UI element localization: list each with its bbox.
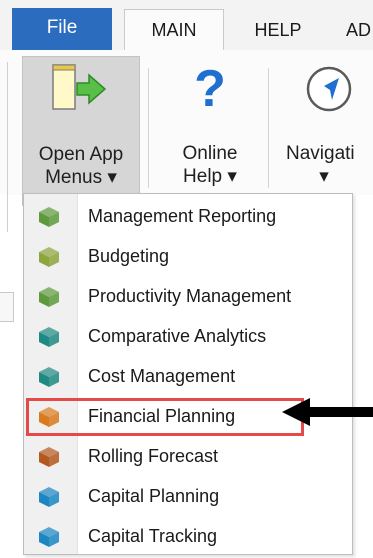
navigation-label-2: ▾ xyxy=(319,166,329,187)
menu-item-label: Productivity Management xyxy=(88,285,292,306)
question-icon: ? xyxy=(194,64,226,114)
cube-icon xyxy=(39,287,59,307)
ribbon-separator xyxy=(148,68,149,188)
tab-file[interactable]: File xyxy=(12,8,112,50)
app-menus-dropdown: Management Reporting Budgeting Productivit… xyxy=(23,193,353,555)
menu-item-label: Cost Management xyxy=(88,365,236,386)
svg-text:?: ? xyxy=(194,64,226,114)
tab-main[interactable]: MAIN xyxy=(124,9,224,50)
menu-item-productivity-management[interactable]: Productivity Management xyxy=(24,276,352,316)
cube-icon xyxy=(39,207,59,227)
menu-item-budgeting[interactable]: Budgeting xyxy=(24,236,352,276)
background-control xyxy=(0,292,14,322)
menu-item-label: Capital Planning xyxy=(88,485,220,506)
menu-item-capital-planning[interactable]: Capital Planning xyxy=(24,476,352,516)
ribbon-divider xyxy=(7,62,8,232)
tab-help[interactable]: HELP xyxy=(236,10,320,51)
cube-icon xyxy=(39,367,59,387)
menu-item-rolling-forecast[interactable]: Rolling Forecast xyxy=(24,436,352,476)
ribbon-tab-bar: File MAIN HELP AD xyxy=(0,0,373,51)
navigation-label-1: Navigati xyxy=(286,143,355,164)
online-help-button[interactable]: ? Online Help ▾ xyxy=(160,56,260,196)
menu-item-label: Comparative Analytics xyxy=(88,325,267,346)
financial-planning-highlight-box xyxy=(26,398,304,436)
online-help-label-2: Help ▾ xyxy=(183,166,237,187)
tab-ad[interactable]: AD xyxy=(334,10,373,51)
menu-item-label: Rolling Forecast xyxy=(88,445,219,466)
open-app-menus-icon xyxy=(52,64,107,110)
compass-icon xyxy=(306,66,352,112)
cube-icon xyxy=(39,487,59,507)
menu-item-management-reporting[interactable]: Management Reporting xyxy=(24,196,352,236)
open-app-menus-label-1: Open App xyxy=(38,144,124,165)
cube-icon xyxy=(39,447,59,467)
open-app-menus-label-2: Menus ▾ xyxy=(45,167,117,188)
cube-icon xyxy=(39,247,59,267)
cube-icon xyxy=(39,527,59,547)
menu-item-label: Capital Tracking xyxy=(88,525,218,546)
cube-icon xyxy=(39,327,59,347)
menu-item-comparative-analytics[interactable]: Comparative Analytics xyxy=(24,316,352,356)
ribbon-panel: Open App Menus ▾ ? Online Help ▾ Navigat… xyxy=(0,50,373,232)
menu-item-capital-tracking[interactable]: Capital Tracking xyxy=(24,516,352,556)
menu-item-label: Management Reporting xyxy=(88,205,277,226)
menu-item-cost-management[interactable]: Cost Management xyxy=(24,356,352,396)
pointer-arrow-icon xyxy=(282,398,373,426)
menu-item-label: Budgeting xyxy=(88,245,170,266)
open-app-menus-button[interactable]: Open App Menus ▾ xyxy=(22,56,140,206)
navigation-button[interactable]: Navigati ▾ xyxy=(276,56,373,196)
online-help-label-1: Online xyxy=(182,143,238,164)
